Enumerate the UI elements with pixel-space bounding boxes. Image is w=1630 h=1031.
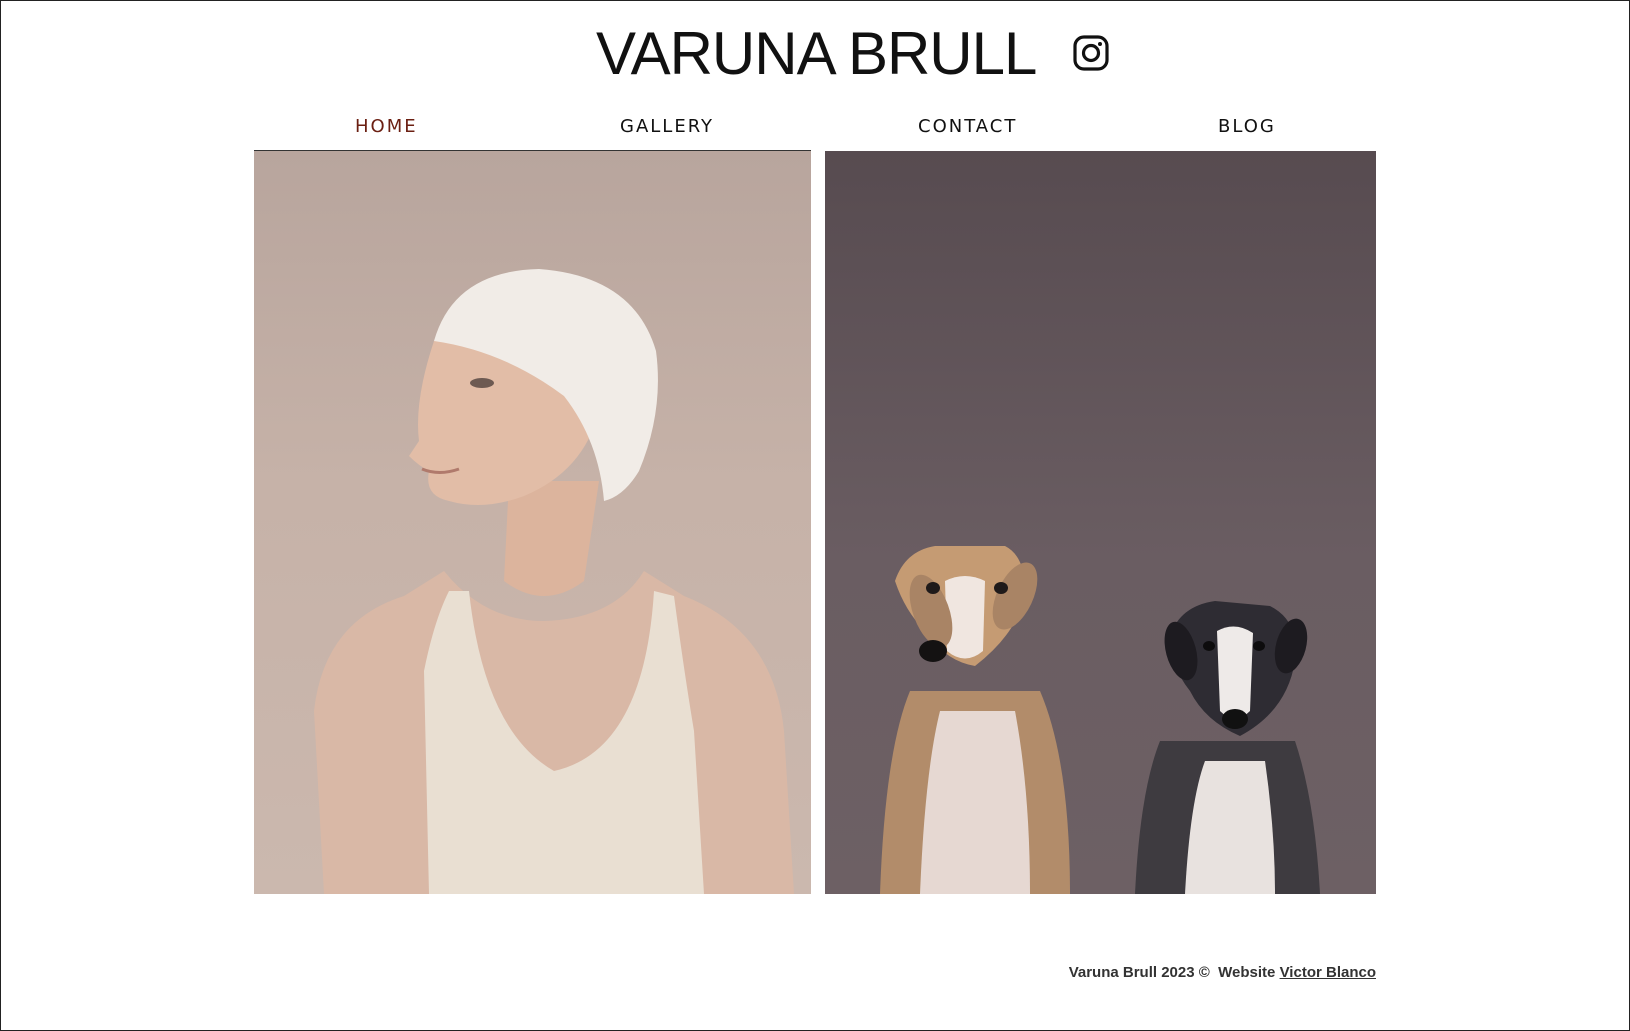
footer-copyright: Varuna Brull 2023 © [1068,964,1210,981]
nav-item-contact[interactable]: CONTACT [918,116,1017,137]
footer: Varuna Brull 2023 © Website Victor Blanc… [1069,964,1376,981]
instagram-icon[interactable] [1072,34,1110,72]
portrait-photo[interactable] [254,151,811,894]
footer-credit-link[interactable]: Victor Blanco [1280,964,1376,981]
page-frame [0,0,1630,1031]
main-nav: HOME GALLERY CONTACT BLOG [254,116,1376,140]
site-title[interactable]: VARUNA BRULL [596,22,1037,86]
nav-item-home[interactable]: HOME [355,116,418,137]
nav-item-blog[interactable]: BLOG [1218,116,1276,137]
dogs-photo[interactable] [825,151,1376,894]
footer-website-label: Website [1218,964,1276,981]
nav-item-gallery[interactable]: GALLERY [620,116,714,137]
